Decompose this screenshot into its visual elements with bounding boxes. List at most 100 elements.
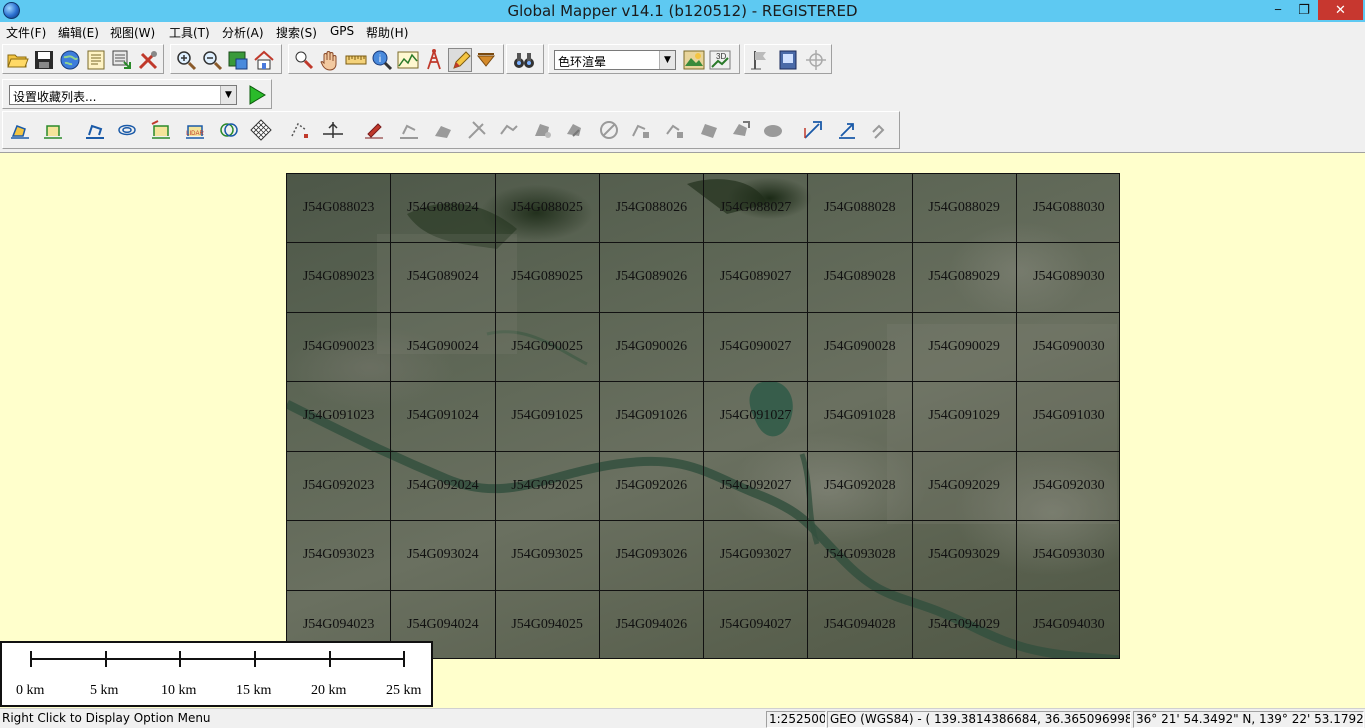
run-play-icon[interactable] [245, 83, 269, 107]
layer-control-icon[interactable] [110, 48, 134, 72]
close-button[interactable]: ✕ [1318, 0, 1363, 20]
3d-view-icon[interactable] [682, 48, 706, 72]
menu-view[interactable]: 视图(W) [110, 24, 155, 41]
map-tile[interactable]: J54G094026 [600, 590, 704, 658]
create-contour-icon[interactable] [115, 118, 139, 142]
feature-split-icon[interactable] [465, 118, 489, 142]
map-tile[interactable]: J54G093023 [287, 521, 392, 591]
map-tile[interactable]: J54G090030 [1016, 313, 1119, 383]
map-tile[interactable]: J54G091030 [1016, 382, 1119, 452]
chevron-down-icon[interactable]: ▼ [659, 51, 675, 69]
minimize-button[interactable]: − [1264, 0, 1292, 20]
feature-clip-icon[interactable] [597, 118, 621, 142]
point-add-icon[interactable] [288, 118, 312, 142]
full-view-icon[interactable] [226, 48, 250, 72]
favorites-select[interactable]: 设置收藏列表... ▼ [9, 85, 237, 105]
map-tile[interactable]: J54G094027 [704, 590, 809, 658]
map-tile[interactable]: J54G088030 [1016, 174, 1119, 244]
map-tile[interactable]: J54G089025 [495, 243, 600, 313]
menu-file[interactable]: 文件(F) [6, 24, 46, 41]
feature-shape-icon[interactable] [729, 118, 753, 142]
map-tile[interactable]: J54G089030 [1016, 243, 1119, 313]
map-tile[interactable]: J54G091025 [495, 382, 600, 452]
map-tile[interactable]: J54G091024 [391, 382, 496, 452]
map-tile[interactable]: J54G089026 [599, 243, 704, 313]
menu-tools[interactable]: 工具(T) [169, 24, 210, 41]
satellite-imagery[interactable]: J54G088023 J54G088024 J54G088025 J54G088026… [286, 173, 1120, 659]
map-tile[interactable]: J54G090023 [287, 312, 392, 383]
restore-button[interactable]: ❐ [1290, 0, 1318, 20]
map-tile[interactable]: J54G091028 [808, 382, 913, 452]
redo-path-icon[interactable] [835, 118, 859, 142]
globe-icon[interactable] [58, 48, 82, 72]
path-profile-icon[interactable] [396, 48, 420, 72]
arrow-return-icon[interactable] [867, 118, 891, 142]
edit-vertex-icon[interactable] [149, 118, 173, 142]
map-tile[interactable]: J54G092030 [1016, 452, 1119, 522]
zoom-tool-icon[interactable] [292, 48, 316, 72]
map-tile[interactable]: J54G088025 [495, 174, 600, 244]
pan-hand-icon[interactable] [318, 48, 342, 72]
binoculars-icon[interactable] [512, 48, 536, 72]
map-view[interactable]: J54G088023 J54G088024 J54G088025 J54G088026… [0, 152, 1365, 708]
info-icon[interactable]: i [370, 48, 394, 72]
map-tile[interactable]: J54G093026 [599, 521, 704, 591]
create-area-icon[interactable] [8, 118, 32, 142]
map-tile[interactable]: J54G091023 [287, 382, 392, 452]
map-tile[interactable]: J54G090029 [912, 312, 1017, 383]
map-tile[interactable]: J54G089027 [704, 243, 809, 313]
map-tile[interactable]: J54G093029 [912, 521, 1017, 591]
grid-mesh-icon[interactable] [249, 118, 273, 142]
undo-path-icon[interactable] [801, 118, 825, 142]
map-tile[interactable]: J54G089028 [808, 243, 913, 313]
feature-area-icon[interactable] [697, 118, 721, 142]
map-tile[interactable]: J54G093030 [1016, 521, 1119, 591]
menu-search[interactable]: 搜索(S) [276, 24, 317, 41]
feature-move-icon[interactable] [362, 118, 386, 142]
feature-combine-icon[interactable] [531, 118, 555, 142]
tower-icon[interactable] [422, 48, 446, 72]
3d-globe-icon[interactable]: 3D [708, 48, 732, 72]
feature-rotate-icon[interactable] [397, 118, 421, 142]
map-tile[interactable]: J54G094029 [913, 590, 1017, 658]
save-icon[interactable] [32, 48, 56, 72]
map-tile[interactable]: J54G091029 [912, 382, 1017, 452]
feature-erase-icon[interactable] [431, 118, 455, 142]
map-tile[interactable]: J54G092025 [495, 451, 600, 522]
create-grid-icon[interactable]: LIDAR [183, 118, 207, 142]
map-tile[interactable]: J54G089024 [391, 243, 496, 313]
gps-crosshair-icon[interactable] [804, 48, 828, 72]
map-tile[interactable]: J54G090026 [599, 312, 704, 383]
map-tile[interactable]: J54G092027 [704, 451, 809, 522]
map-tile[interactable]: J54G093028 [808, 521, 913, 591]
chevron-down-icon[interactable]: ▼ [220, 86, 236, 104]
feature-crop-icon[interactable] [629, 118, 653, 142]
feature-convert-icon[interactable] [663, 118, 687, 142]
menu-help[interactable]: 帮助(H) [366, 24, 408, 41]
create-buffer-icon[interactable] [217, 118, 241, 142]
map-tile[interactable]: J54G089023 [287, 243, 392, 313]
home-icon[interactable] [252, 48, 276, 72]
export-icon[interactable] [84, 48, 108, 72]
config-icon[interactable] [136, 48, 160, 72]
map-tile[interactable]: J54G094025 [496, 590, 600, 658]
map-tile[interactable]: J54G094030 [1017, 591, 1119, 658]
map-tile[interactable]: J54G090028 [808, 312, 913, 383]
digitizer-icon[interactable] [448, 48, 472, 72]
open-folder-icon[interactable] [6, 48, 30, 72]
map-tile[interactable]: J54G088027 [704, 174, 809, 244]
map-tile[interactable]: J54G093027 [704, 521, 809, 591]
map-tile[interactable]: J54G088026 [599, 174, 704, 244]
gps-device-icon[interactable] [776, 48, 800, 72]
feature-snap-icon[interactable] [761, 118, 785, 142]
map-tile[interactable]: J54G094028 [808, 590, 913, 658]
feature-copy-icon[interactable] [563, 118, 587, 142]
map-tile[interactable]: J54G092029 [912, 451, 1017, 522]
map-tile[interactable]: J54G092024 [391, 451, 496, 522]
create-path-icon[interactable] [83, 118, 107, 142]
point-insert-icon[interactable] [321, 118, 345, 142]
map-tile[interactable]: J54G088029 [912, 174, 1017, 244]
map-tile[interactable]: J54G088024 [391, 174, 496, 244]
map-tile[interactable]: J54G088028 [808, 174, 913, 244]
feature-info-icon[interactable] [474, 48, 498, 72]
